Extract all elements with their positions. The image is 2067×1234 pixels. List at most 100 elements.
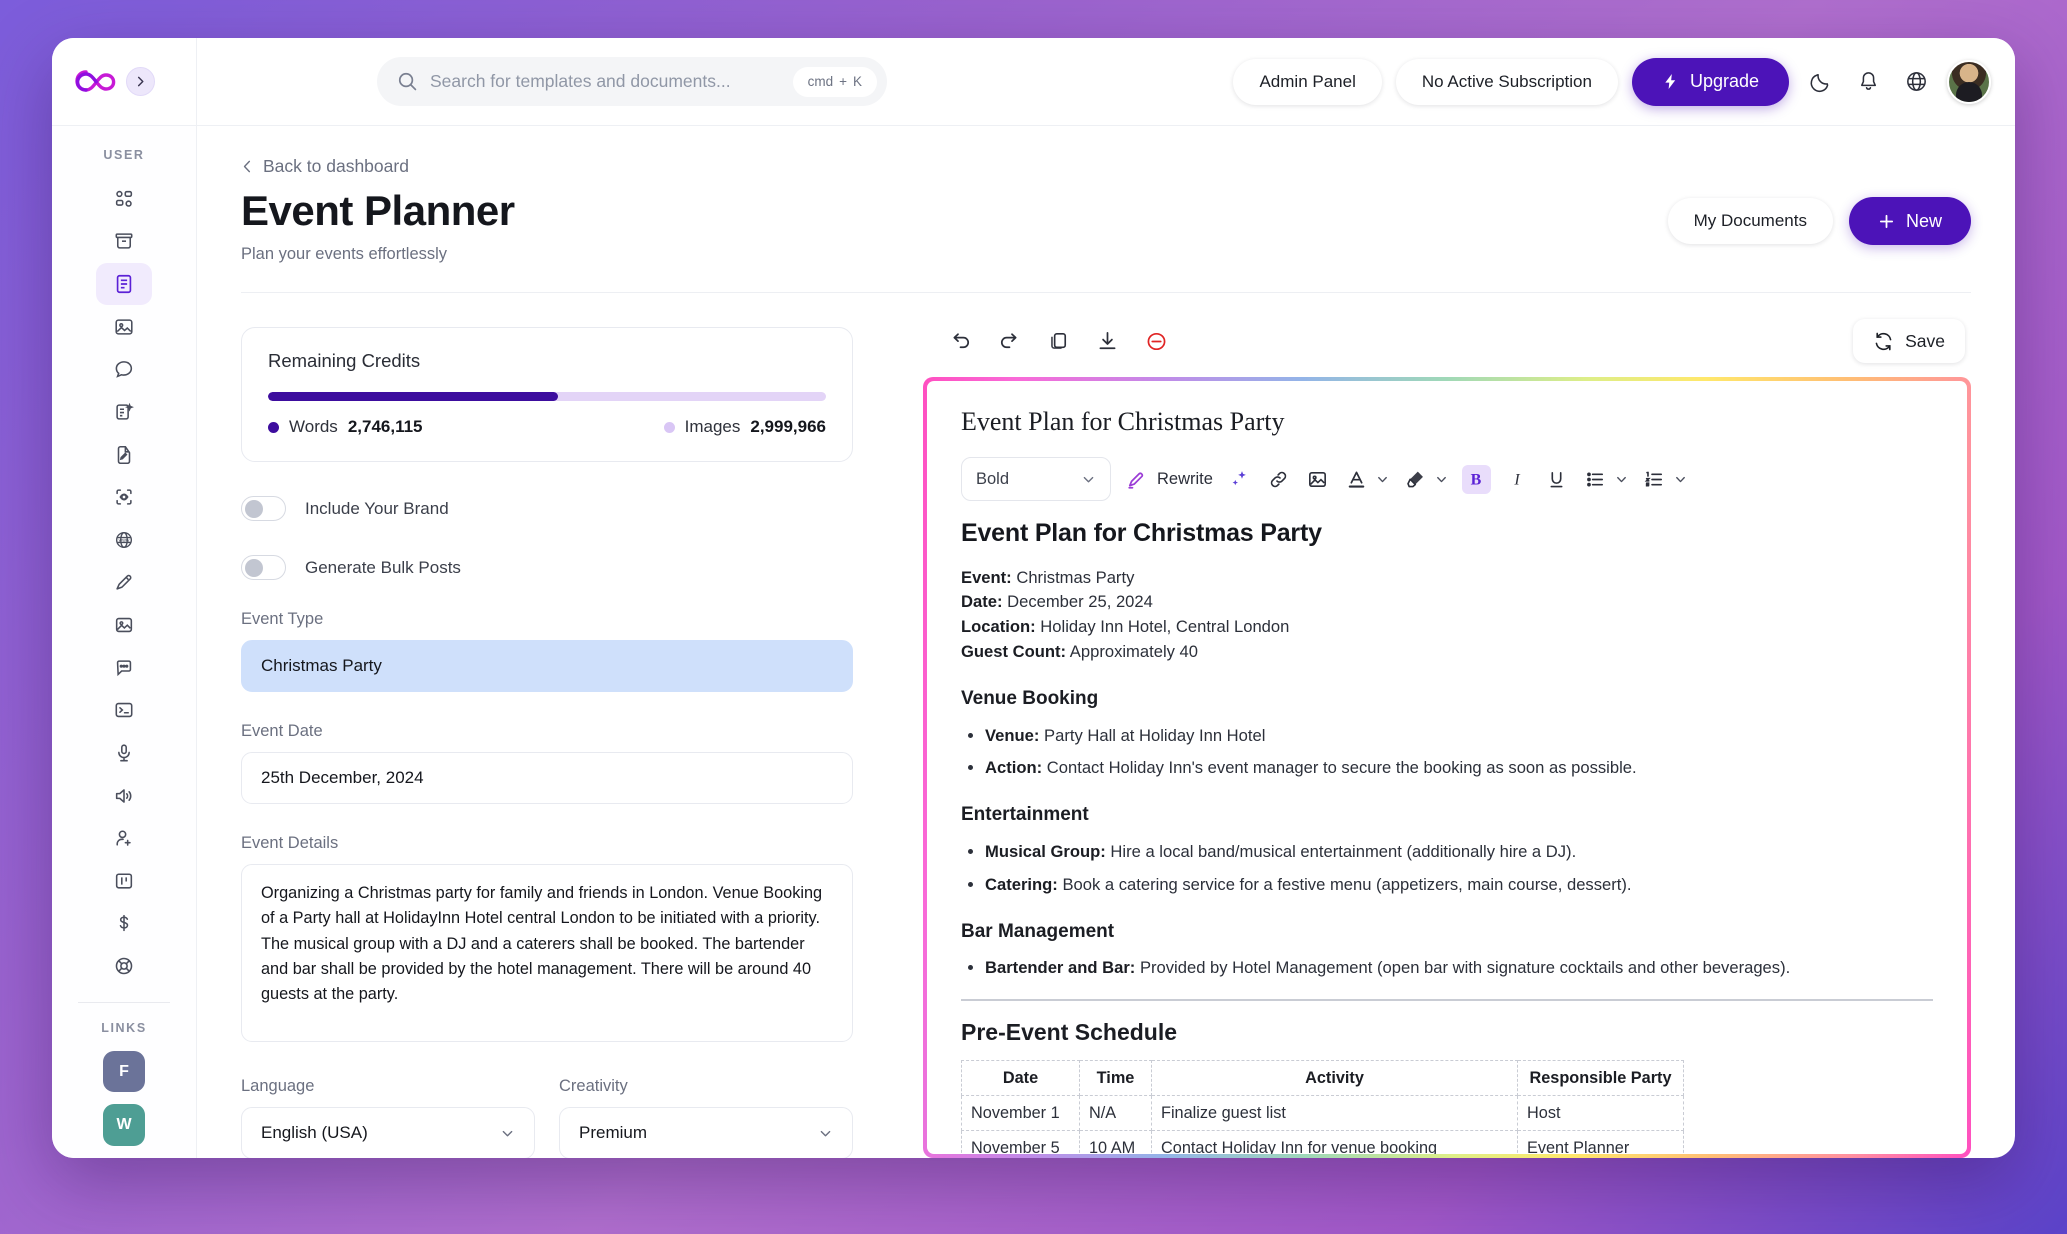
chevron-down-icon[interactable] bbox=[1615, 473, 1628, 486]
link-tile-w[interactable]: W bbox=[103, 1104, 145, 1147]
include-brand-toggle[interactable] bbox=[241, 496, 286, 521]
generate-bulk-toggle[interactable] bbox=[241, 555, 286, 580]
back-to-dashboard-link[interactable]: Back to dashboard bbox=[241, 156, 409, 177]
document-frame: Event Plan for Christmas Party Bold Rewr… bbox=[923, 377, 1971, 1158]
doc-section-list: Venue: Party Hall at Holiday Inn Hotel A… bbox=[985, 724, 1933, 782]
text-color-icon[interactable] bbox=[1344, 467, 1369, 492]
sidebar-item-clipboard-ai[interactable] bbox=[96, 391, 152, 433]
search-wrap: Search for templates and documents... cm… bbox=[377, 57, 887, 106]
ordered-list-icon[interactable] bbox=[1642, 467, 1667, 492]
underline-icon[interactable] bbox=[1544, 467, 1569, 492]
event-date-label: Event Date bbox=[241, 722, 323, 740]
archive-box-icon bbox=[113, 230, 135, 252]
link-icon[interactable] bbox=[1266, 467, 1291, 492]
sidebar-item-grid-dashboard[interactable] bbox=[96, 178, 152, 220]
chevron-right-icon[interactable] bbox=[126, 67, 155, 96]
upgrade-button[interactable]: Upgrade bbox=[1631, 57, 1789, 106]
sidebar-item-terminal[interactable] bbox=[96, 690, 152, 732]
generate-bulk-label: Generate Bulk Posts bbox=[305, 557, 461, 577]
sidebar-item-chat[interactable] bbox=[96, 349, 152, 391]
document-canvas[interactable]: Event Plan for Christmas Party Bold Rewr… bbox=[927, 381, 1967, 1154]
bell-icon[interactable] bbox=[1851, 65, 1885, 99]
doc-meta-line: Location: Holiday Inn Hotel, Central Lon… bbox=[961, 615, 1933, 640]
search-icon bbox=[397, 71, 418, 92]
sidebar-item-kanban[interactable] bbox=[96, 860, 152, 902]
dollar-icon bbox=[113, 912, 135, 934]
text-format-select[interactable]: Bold bbox=[961, 457, 1111, 501]
bullet-list-icon[interactable] bbox=[1583, 467, 1608, 492]
item-text: Hire a local band/musical entertainment … bbox=[1110, 841, 1577, 861]
globe-icon[interactable] bbox=[1899, 65, 1933, 99]
moon-icon[interactable] bbox=[1803, 65, 1837, 99]
sidebar-section-user: USER bbox=[103, 148, 145, 162]
insert-image-icon[interactable] bbox=[1305, 467, 1330, 492]
italic-icon[interactable]: I bbox=[1505, 467, 1530, 492]
item-label: Action: bbox=[985, 758, 1043, 778]
chevron-down-icon[interactable] bbox=[1376, 473, 1389, 486]
search-input[interactable]: Search for templates and documents... cm… bbox=[377, 57, 887, 106]
save-button[interactable]: Save bbox=[1853, 319, 1965, 363]
chevron-down-icon[interactable] bbox=[1674, 473, 1687, 486]
user-avatar[interactable] bbox=[1947, 59, 1991, 104]
my-documents-button[interactable]: My Documents bbox=[1667, 198, 1833, 244]
lifebuoy-icon bbox=[113, 955, 135, 977]
sidebar-item-images[interactable] bbox=[96, 306, 152, 348]
item-text: Provided by Hotel Management (open bar w… bbox=[1139, 958, 1791, 978]
event-details-textarea[interactable] bbox=[241, 864, 853, 1042]
images-value: 2,999,966 bbox=[750, 417, 826, 436]
pre-event-schedule-table: Date Time Activity Responsible Party Nov… bbox=[961, 1059, 1684, 1154]
toggle-knob bbox=[245, 499, 263, 518]
sidebar-item-chat-dots[interactable] bbox=[96, 647, 152, 689]
delete-circle-icon[interactable] bbox=[1143, 328, 1170, 355]
sidebar-item-add-user[interactable] bbox=[96, 817, 152, 859]
admin-panel-button[interactable]: Admin Panel bbox=[1233, 58, 1382, 105]
infinity-hearts-logo[interactable] bbox=[74, 66, 118, 98]
item-label: Venue: bbox=[985, 725, 1040, 745]
sidebar-item-www[interactable]: www bbox=[96, 519, 152, 561]
download-icon[interactable] bbox=[1094, 328, 1121, 355]
photo-landscape-icon bbox=[113, 614, 135, 636]
link-tile-f[interactable]: F bbox=[103, 1050, 145, 1093]
bold-icon[interactable]: B bbox=[1461, 464, 1491, 494]
sidebar-item-scan[interactable] bbox=[96, 476, 152, 518]
sidebar-item-document-edit[interactable] bbox=[96, 434, 152, 476]
doc-meta-label: Date: bbox=[961, 592, 1003, 612]
document-edit-icon bbox=[113, 444, 135, 466]
doc-meta-label: Event: bbox=[961, 567, 1012, 587]
subscription-status-button[interactable]: No Active Subscription bbox=[1395, 58, 1618, 105]
credits-title: Remaining Credits bbox=[268, 350, 421, 371]
language-select[interactable]: English (USA) bbox=[241, 1107, 535, 1158]
sidebar-item-billing[interactable] bbox=[96, 903, 152, 945]
event-type-label: Event Type bbox=[241, 610, 324, 628]
event-type-input[interactable]: Christmas Party bbox=[241, 640, 853, 692]
sidebar-item-photo[interactable] bbox=[96, 604, 152, 646]
sidebar-item-pen-tool[interactable] bbox=[96, 562, 152, 604]
sidebar-item-documents[interactable] bbox=[96, 263, 152, 305]
undo-icon[interactable] bbox=[947, 328, 974, 355]
event-date-input[interactable]: 25th December, 2024 bbox=[241, 752, 853, 804]
copy-icon[interactable] bbox=[1045, 328, 1072, 355]
creativity-select[interactable]: Premium bbox=[559, 1107, 853, 1158]
doc-meta-line: Event: Christmas Party bbox=[961, 566, 1933, 591]
rich-text-toolbar: Bold Rewrite B I bbox=[961, 457, 1933, 501]
chevron-down-icon[interactable] bbox=[1435, 473, 1448, 486]
highlight-color-icon[interactable] bbox=[1403, 467, 1428, 492]
sidebar-item-microphone[interactable] bbox=[96, 732, 152, 774]
document-body[interactable]: Event Plan for Christmas Party Event: Ch… bbox=[961, 515, 1933, 1154]
sidebar-item-speaker[interactable] bbox=[96, 775, 152, 817]
credits-legend: Words 2,746,115 Images 2,999,966 bbox=[268, 417, 826, 437]
item-label: Bartender and Bar: bbox=[985, 958, 1136, 978]
sparkle-icon[interactable] bbox=[1227, 467, 1252, 492]
brand-zone bbox=[52, 38, 197, 126]
image-icon bbox=[113, 316, 135, 338]
list-item: Bartender and Bar: Provided by Hotel Man… bbox=[985, 956, 1933, 981]
page-title-row: Event Planner Plan your events effortles… bbox=[241, 187, 1971, 264]
redo-icon[interactable] bbox=[996, 328, 1023, 355]
sidebar-item-support[interactable] bbox=[96, 945, 152, 987]
list-item: Catering: Book a catering service for a … bbox=[985, 873, 1933, 898]
sidebar-item-archive[interactable] bbox=[96, 221, 152, 263]
toggle-knob bbox=[245, 558, 263, 577]
new-document-button[interactable]: New bbox=[1848, 197, 1971, 245]
rewrite-button[interactable]: Rewrite bbox=[1125, 468, 1213, 491]
doc-section-heading: Bar Management bbox=[961, 920, 1115, 942]
